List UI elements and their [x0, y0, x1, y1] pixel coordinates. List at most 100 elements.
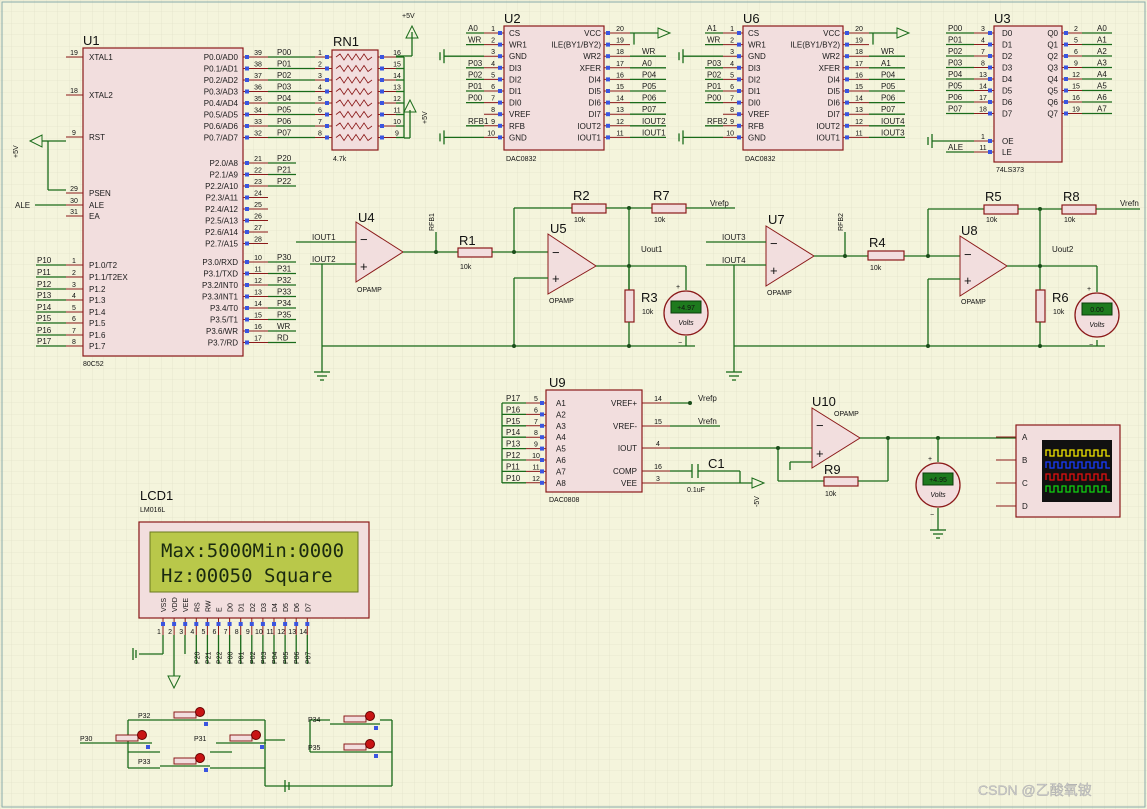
u2-pin-number: 14 [616, 96, 624, 103]
u6-pin-number: 11 [855, 130, 862, 137]
u1-pin-name: P3.5/T1 [210, 316, 239, 325]
r6-resistor[interactable] [1035, 289, 1046, 323]
u2-pin-name: DI2 [509, 75, 522, 84]
rn1-pin-marker [325, 101, 329, 105]
u1-pin-number: 23 [254, 179, 262, 186]
scope-screen [1042, 440, 1112, 502]
r3-resistor[interactable] [624, 289, 635, 323]
u6-pin-marker [845, 65, 849, 70]
u9-net-p16: P16 [506, 405, 521, 414]
u6-pin-marker [737, 135, 741, 140]
u9-pin-marker [540, 423, 544, 428]
u3-pin-name: D0 [1002, 29, 1013, 38]
u10-type: OPAMP [834, 411, 859, 418]
u1-pin-number: 8 [72, 339, 76, 346]
u3-pin-number: 17 [979, 95, 987, 102]
u1-pin-number: 15 [254, 313, 262, 320]
u3-pin-name: D2 [1002, 52, 1013, 61]
lcd-pin-number: 9 [246, 629, 250, 636]
lcd-pin-name: D4 [272, 603, 279, 612]
u3-pin-number: 18 [979, 107, 987, 114]
r3-ref: R3 [641, 290, 658, 305]
u9-pin-marker [540, 469, 544, 474]
rn1-pin-number: 8 [318, 131, 322, 138]
push-button-marker [146, 745, 150, 749]
u9-pin-name: A3 [556, 422, 566, 431]
u2-pin-number: 12 [616, 119, 624, 126]
lcd-net-p20: P20 [194, 651, 201, 664]
lcd-pin-marker [283, 622, 288, 626]
u3-pin-marker [1064, 54, 1068, 58]
r9-value: 10k [825, 491, 837, 498]
voltmeter-unit: Volts [930, 492, 946, 499]
r9-ref: R9 [824, 462, 841, 477]
u2-net-p05: P05 [642, 82, 657, 91]
r3-value: 10k [642, 309, 654, 316]
u3-pin-name: OE [1002, 137, 1014, 146]
u6-pin-number: 18 [855, 49, 863, 56]
r7-resistor[interactable] [651, 203, 687, 214]
u9-pin-number: 3 [656, 476, 660, 483]
r2-value: 10k [574, 217, 586, 224]
u2-pin-number: 17 [616, 61, 624, 68]
u9-pin-name: VEE [621, 479, 637, 488]
iout2-label: IOUT2 [312, 255, 336, 264]
u1-net-p02: P02 [277, 71, 292, 80]
u6-pin-name: GND [748, 133, 766, 142]
u1-pin-number: 29 [70, 186, 78, 193]
u1-pin-name: P0.3/AD3 [204, 88, 239, 97]
u1-pin-name: P3.6/WR [206, 327, 238, 336]
c1-value: 0.1uF [687, 487, 705, 494]
u6-pin-name: DI6 [828, 99, 841, 108]
r9-resistor[interactable] [823, 476, 859, 487]
u6-pin-name: VREF [748, 110, 769, 119]
r1-ref: R1 [459, 233, 476, 248]
lcd-pin-number: 13 [288, 629, 296, 636]
lcd-net-p01: P01 [239, 651, 246, 664]
r1-value: 10k [460, 264, 472, 271]
u6-pin-name: WR2 [822, 52, 840, 61]
iout1-label: IOUT1 [312, 233, 336, 242]
iout4-label: IOUT4 [722, 256, 746, 265]
u1-pin-name: P0.2/AD2 [204, 76, 239, 85]
u2-pin-marker [606, 112, 610, 117]
u6-pin-number: 2 [730, 38, 734, 45]
r5-value: 10k [986, 217, 998, 224]
r8-resistor[interactable] [1061, 204, 1097, 215]
u1-pin-name: EA [89, 212, 100, 221]
push-button-label: P35 [308, 745, 321, 752]
u2-part: DAC0832 [506, 156, 536, 163]
scope-channel-b: B [1022, 456, 1027, 465]
lcd-pin-marker [272, 622, 276, 626]
rn1-pin-number: 13 [393, 85, 401, 92]
svg-text:+: + [964, 273, 972, 288]
u1-net-p04: P04 [277, 94, 292, 103]
u2-pin-marker [498, 42, 502, 47]
u6-pin-marker [845, 77, 849, 82]
lcd-pin-number: 7 [224, 629, 228, 636]
r2-ref: R2 [573, 188, 590, 203]
r2-resistor[interactable] [571, 203, 607, 214]
r5-resistor[interactable] [983, 204, 1019, 215]
svg-text:+: + [816, 446, 824, 461]
u2-net-p01: P01 [468, 82, 483, 91]
u1-pin-marker [245, 218, 249, 223]
u1-pin-number: 19 [70, 50, 78, 57]
u3-pin-marker [1064, 111, 1068, 116]
r8-value: 10k [1064, 217, 1076, 224]
push-button-label: P33 [138, 759, 151, 766]
lcd-line-1: Max:5000Min:0000 [161, 540, 344, 562]
u9-pin-name: A1 [556, 399, 566, 408]
u2-net-wr: WR [642, 47, 656, 56]
u6-pin-marker [845, 89, 849, 93]
r4-resistor[interactable] [867, 250, 905, 261]
u1-pin-name: P3.7/RD [208, 339, 238, 348]
u6-pin-name: DI1 [748, 87, 761, 96]
u9-pin-number: 12 [532, 476, 540, 483]
r1-resistor[interactable] [457, 247, 493, 258]
u1-pin-marker [245, 207, 249, 211]
u6-pin-number: 12 [855, 119, 863, 126]
u3-net-p07: P07 [948, 105, 963, 114]
u2-net-wr: WR [468, 36, 482, 45]
u6-ref: U6 [743, 11, 760, 26]
